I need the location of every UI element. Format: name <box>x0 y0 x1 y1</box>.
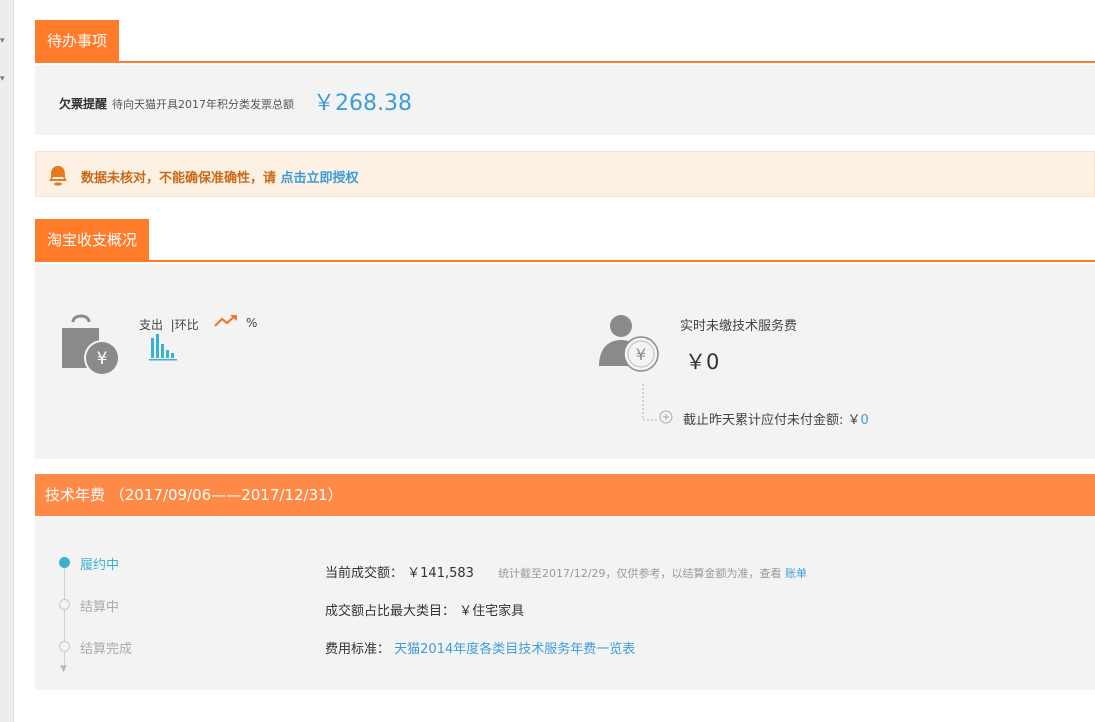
invoice-reminder-label: 欠票提醒 <box>59 97 108 111</box>
chevron-down-icon[interactable]: ▾ <box>0 36 10 46</box>
connector-line <box>642 384 659 421</box>
svg-text:¥: ¥ <box>97 349 108 369</box>
person-yuan-icon: ¥ <box>599 315 659 372</box>
top-category-label: 成交额占比最大类目： <box>325 604 456 619</box>
fee-standard-row: 费用标准： 天猫2014年度各类目技术服务年费一览表 <box>325 638 635 657</box>
accumulated-label: 截止昨天累计应付未付金额: ￥ <box>683 413 861 428</box>
unpaid-fee-title: 实时未缴技术服务费 <box>680 319 798 334</box>
left-strip: ▾ ▾ <box>0 0 14 722</box>
unpaid-fee-amount: ￥0 <box>685 350 720 374</box>
timeline-dot-active <box>59 557 70 568</box>
current-turnover-label: 当前成交额： <box>325 566 404 581</box>
overview-panel: ¥ 支出 |环比 % ¥ 实时未缴技术服务费 ￥0 截止昨天累计应付未付金额: … <box>35 264 1095 459</box>
tech-fee-panel: ▼ 履约中 结算中 结算完成 当前成交额： ￥141,583 统计截至2017/… <box>35 516 1095 690</box>
expense-text: 支出 <box>139 318 164 332</box>
top-category-value: ￥住宅家具 <box>459 604 525 619</box>
todo-panel: 欠票提醒 待向天猫开具2017年积分类发票总额 ￥268.38 <box>35 65 1095 135</box>
mom-text: |环比 <box>170 318 199 332</box>
invoice-reminder-desc: 待向天猫开具2017年积分类发票总额 <box>112 98 294 111</box>
accumulated-value[interactable]: 0 <box>861 413 869 428</box>
note-text: 统计截至2017/12/29，仅供参考，以结算金额为准，查看 <box>498 567 785 580</box>
shopping-bag-yuan-icon: ¥ <box>62 314 120 376</box>
invoice-amount: ￥268.38 <box>313 91 412 116</box>
tech-fee-header: 技术年费 （2017/09/06——2017/12/31） <box>35 474 1095 516</box>
tab-overview[interactable]: 淘宝收支概况 <box>35 219 150 262</box>
chevron-down-icon[interactable]: ▾ <box>0 74 10 84</box>
timeline-arrow-icon: ▼ <box>60 664 67 674</box>
top-category-row: 成交额占比最大类目： ￥住宅家具 <box>325 600 524 619</box>
bill-link[interactable]: 账单 <box>785 567 807 580</box>
timeline-line <box>64 568 65 670</box>
timeline-step-fulfilling: 履约中 <box>80 558 120 573</box>
warning-text: 数据未核对，不能确保准确性，请 点击立即授权 <box>81 167 359 186</box>
overview-section-header: 淘宝收支概况 <box>35 219 1095 262</box>
bar-chart-icon[interactable] <box>149 334 179 362</box>
fee-standard-link[interactable]: 天猫2014年度各类目技术服务年费一览表 <box>394 642 635 657</box>
svg-text:¥: ¥ <box>636 345 646 364</box>
bell-icon <box>49 166 67 186</box>
timeline-step-settling: 结算中 <box>80 600 120 615</box>
timeline-dot <box>59 599 70 610</box>
expand-plus-icon[interactable] <box>659 410 673 424</box>
current-turnover-row: 当前成交额： ￥141,583 统计截至2017/12/29，仅供参考，以结算金… <box>325 562 807 581</box>
trend-up-icon <box>214 315 237 327</box>
expense-label: 支出 |环比 <box>139 316 199 333</box>
warning-message: 数据未核对，不能确保准确性，请 <box>81 171 281 186</box>
current-turnover-value: ￥141,583 <box>407 566 474 581</box>
accumulated-unpaid: 截止昨天累计应付未付金额: ￥0 <box>683 409 869 428</box>
warning-bar: 数据未核对，不能确保准确性，请 点击立即授权 <box>35 151 1095 197</box>
percent-sign: % <box>246 316 258 330</box>
todo-section-header: 待办事项 <box>35 20 1095 63</box>
authorize-link[interactable]: 点击立即授权 <box>281 171 359 186</box>
tab-todo[interactable]: 待办事项 <box>35 20 120 63</box>
fee-standard-label: 费用标准： <box>325 642 391 657</box>
timeline-dot <box>59 641 70 652</box>
current-turnover-note: 统计截至2017/12/29，仅供参考，以结算金额为准，查看 账单 <box>498 567 807 580</box>
timeline-step-settled: 结算完成 <box>80 642 133 657</box>
